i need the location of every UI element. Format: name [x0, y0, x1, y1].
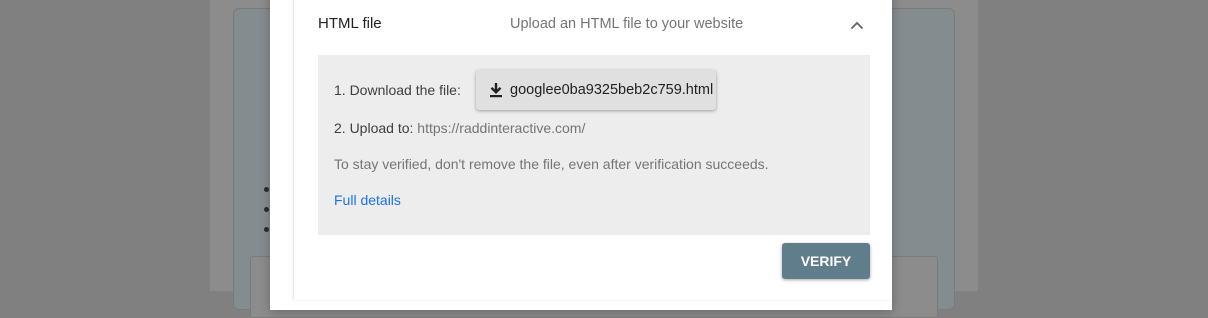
- verify-button[interactable]: VERIFY: [782, 243, 870, 279]
- verification-note: To stay verified, don't remove the file,…: [334, 156, 769, 172]
- background-bullet: [264, 187, 269, 192]
- download-icon: [487, 81, 505, 99]
- full-details-link[interactable]: Full details: [334, 192, 401, 208]
- background-bullet: [264, 227, 269, 232]
- download-file-name: googlee0ba9325beb2c759.html: [510, 82, 714, 98]
- collapse-button[interactable]: [846, 14, 868, 36]
- download-file-button[interactable]: googlee0ba9325beb2c759.html: [476, 70, 716, 110]
- download-step-label: 1. Download the file:: [334, 82, 461, 98]
- upload-url: https://raddinteractive.com/: [417, 120, 586, 136]
- upload-step: 2. Upload to: https://raddinteractive.co…: [334, 120, 585, 136]
- method-description[interactable]: Upload an HTML file to your website: [510, 16, 743, 32]
- background-bullet: [264, 207, 269, 212]
- chevron-up-icon: [850, 21, 864, 29]
- method-title[interactable]: HTML file: [318, 15, 382, 32]
- upload-step-label: 2. Upload to:: [334, 120, 414, 136]
